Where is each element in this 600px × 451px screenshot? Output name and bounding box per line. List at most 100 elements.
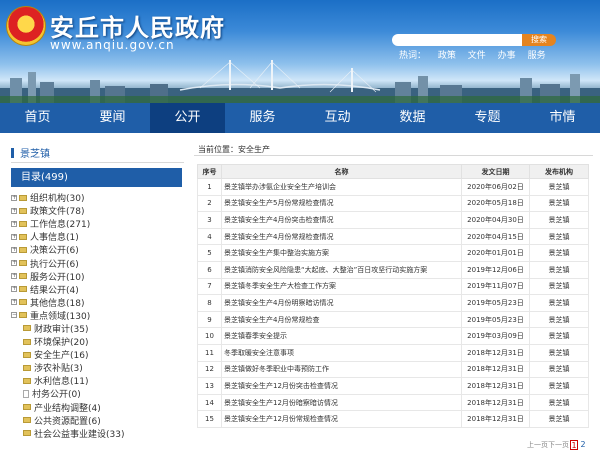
document-title-link[interactable]: 景芝镇做好冬季职业中毒预防工作 (221, 360, 462, 379)
folder-icon (19, 299, 27, 306)
document-title-link[interactable]: 景芝镇安全生产12月份暗察暗访情况 (221, 393, 462, 412)
tree-item[interactable]: 产业结构调整(4) (11, 401, 184, 414)
tree-item[interactable]: − 重点领域(130) (11, 309, 184, 322)
tree-item[interactable]: + 人事信息(1) (11, 230, 184, 243)
tree-item[interactable]: 公共资源配置(6) (11, 414, 184, 427)
document-title-link[interactable]: 景芝镇安全生产4月份突击检查情况 (221, 211, 462, 229)
tree-item[interactable]: + 执行公开(6) (11, 256, 184, 270)
document-title-link[interactable]: 景芝镇安全生产4月份常规检查情况 (221, 227, 462, 246)
publisher: 景芝镇 (529, 260, 589, 279)
document-table: 序号 名称 发文日期 发布机构 1 景芝镇举办涉氨企业安全生产培训会 2020年06… (197, 164, 589, 428)
nav-item-interact[interactable]: 互动 (300, 103, 375, 133)
sidebar: 景芝镇 目录(499) + 组织机构(30) + 政策文件(78) + 工作信息(271)… (11, 143, 184, 450)
expand-icon[interactable]: + (11, 286, 17, 293)
publish-date: 2020年05月18日 (461, 194, 530, 213)
sidebar-header: 景芝镇 (11, 143, 184, 163)
folder-icon (23, 430, 31, 437)
collapse-icon[interactable]: − (11, 312, 17, 319)
publish-date: 2018年12月31日 (461, 360, 530, 379)
hot-word-link[interactable]: 文件 (468, 51, 486, 61)
publisher: 景芝镇 (529, 377, 589, 395)
expand-icon[interactable]: + (11, 207, 17, 214)
table-row: 15 景芝镇安全生产12月份常规检查情况 2018年12月31日 景芝镇 (197, 410, 589, 428)
folder-icon (23, 325, 31, 332)
main-content: 当前位置：安全生产 序号 名称 发文日期 发布机构 1 景芝镇举办涉氨企业安全生产… (194, 143, 593, 450)
expand-icon[interactable]: + (11, 299, 17, 306)
section-marker (11, 147, 14, 158)
search-input[interactable] (392, 34, 524, 46)
tree-item[interactable]: + 服务公开(10) (11, 270, 184, 283)
document-title-link[interactable]: 景芝镇冬季安全生产大检查工作方案 (221, 277, 462, 296)
tree-item[interactable]: + 政策文件(78) (11, 204, 184, 217)
tree-item[interactable]: 财政审计(35) (11, 322, 184, 335)
search-button[interactable]: 搜索 (522, 34, 556, 46)
tree-item-label: 村务公开(0) (32, 390, 81, 401)
nav-item-news[interactable]: 要闻 (75, 103, 150, 133)
document-title-link[interactable]: 景芝镇安全生产集中整治实施方案 (221, 244, 462, 262)
document-title-link[interactable]: 景芝镇安全生产12月份突击检查情况 (221, 377, 462, 395)
nav-item-home[interactable]: 首页 (0, 103, 75, 133)
publish-date: 2019年05月23日 (461, 310, 530, 329)
publisher: 景芝镇 (529, 343, 589, 362)
main-nav: 首页 要闻 公开 服务 互动 数据 专题 市情 (0, 103, 600, 133)
expand-icon[interactable]: + (11, 220, 17, 227)
tree-item-label: 执行公开(6) (30, 259, 79, 270)
publish-date: 2019年11月07日 (461, 277, 530, 296)
tree-item[interactable]: 涉农补贴(3) (11, 361, 184, 374)
tree-item[interactable]: + 结果公开(4) (11, 283, 184, 296)
hot-word-link[interactable]: 服务 (528, 51, 546, 61)
document-title-link[interactable]: 景芝镇春季安全提示 (221, 327, 462, 345)
document-title-link[interactable]: 景芝镇安全生产12月份常规检查情况 (221, 410, 462, 428)
document-title-link[interactable]: 景芝镇安全生产5月份常规检查情况 (221, 194, 462, 213)
nav-item-data[interactable]: 数据 (375, 103, 450, 133)
nav-item-public[interactable]: 公开 (150, 103, 225, 133)
document-title-link[interactable]: 景芝镇举办涉氨企业安全生产培训会 (221, 178, 462, 196)
row-index: 2 (197, 194, 222, 213)
hot-word-link[interactable]: 政策 (438, 51, 456, 61)
tree-item[interactable]: + 工作信息(271) (11, 217, 184, 230)
next-page-link[interactable]: 下一页 (548, 440, 569, 450)
hot-words-label: 热词： (399, 51, 427, 61)
table-row: 11 冬季取暖安全注意事项 2018年12月31日 景芝镇 (197, 343, 589, 362)
tree-item[interactable]: 环境保护(20) (11, 335, 184, 348)
page-number-current[interactable]: 1 (570, 440, 578, 450)
hot-word-link[interactable]: 办事 (498, 51, 516, 61)
publisher: 景芝镇 (529, 327, 589, 345)
row-index: 3 (197, 211, 222, 229)
tree-item[interactable]: + 决策公开(6) (11, 243, 184, 256)
folder-icon (19, 286, 27, 293)
publisher: 景芝镇 (529, 227, 589, 246)
tree-item[interactable]: 村务公开(0) (11, 387, 184, 400)
tree-item[interactable]: + 组织机构(30) (11, 191, 184, 204)
folder-icon (19, 260, 27, 267)
expand-icon[interactable]: + (11, 246, 17, 253)
tree-item[interactable]: 安全生产(16) (11, 348, 184, 361)
page-number[interactable]: 2 (579, 440, 587, 450)
tree-item[interactable]: + 其他信息(18) (11, 296, 184, 309)
expand-icon[interactable]: + (11, 260, 17, 267)
table-row: 2 景芝镇安全生产5月份常规检查情况 2020年05月18日 景芝镇 (197, 194, 589, 213)
table-row: 6 景芝镇消防安全风险隐患“大起底、大整治”百日攻坚行动实施方案 2019年12月0… (197, 260, 589, 279)
expand-icon[interactable]: + (11, 194, 17, 201)
row-index: 8 (197, 294, 222, 312)
nav-item-topics[interactable]: 专题 (450, 103, 525, 133)
nav-item-service[interactable]: 服务 (225, 103, 300, 133)
folder-icon (23, 417, 31, 424)
publish-date: 2020年04月30日 (461, 211, 530, 229)
nav-item-city[interactable]: 市情 (525, 103, 600, 133)
publish-date: 2018年12月31日 (461, 343, 530, 362)
tree-item-label: 涉农补贴(3) (34, 364, 83, 375)
prev-page-link[interactable]: 上一页 (527, 440, 548, 450)
document-title-link[interactable]: 景芝镇安全生产4月份明察暗访情况 (221, 294, 462, 312)
expand-icon[interactable]: + (11, 233, 17, 240)
document-title-link[interactable]: 冬季取暖安全注意事项 (221, 343, 462, 362)
expand-icon[interactable]: + (11, 273, 17, 280)
directory-title[interactable]: 目录(499) (11, 168, 182, 187)
tree-item-label: 人事信息(1) (30, 233, 79, 244)
row-index: 10 (197, 327, 222, 345)
row-index: 7 (197, 277, 222, 296)
document-title-link[interactable]: 景芝镇消防安全风险隐患“大起底、大整治”百日攻坚行动实施方案 (221, 260, 462, 279)
document-title-link[interactable]: 景芝镇安全生产4月份常规检查 (221, 310, 462, 329)
tree-item[interactable]: 水利信息(11) (11, 374, 184, 387)
tree-item[interactable]: 社会公益事业建设(33) (11, 427, 184, 440)
